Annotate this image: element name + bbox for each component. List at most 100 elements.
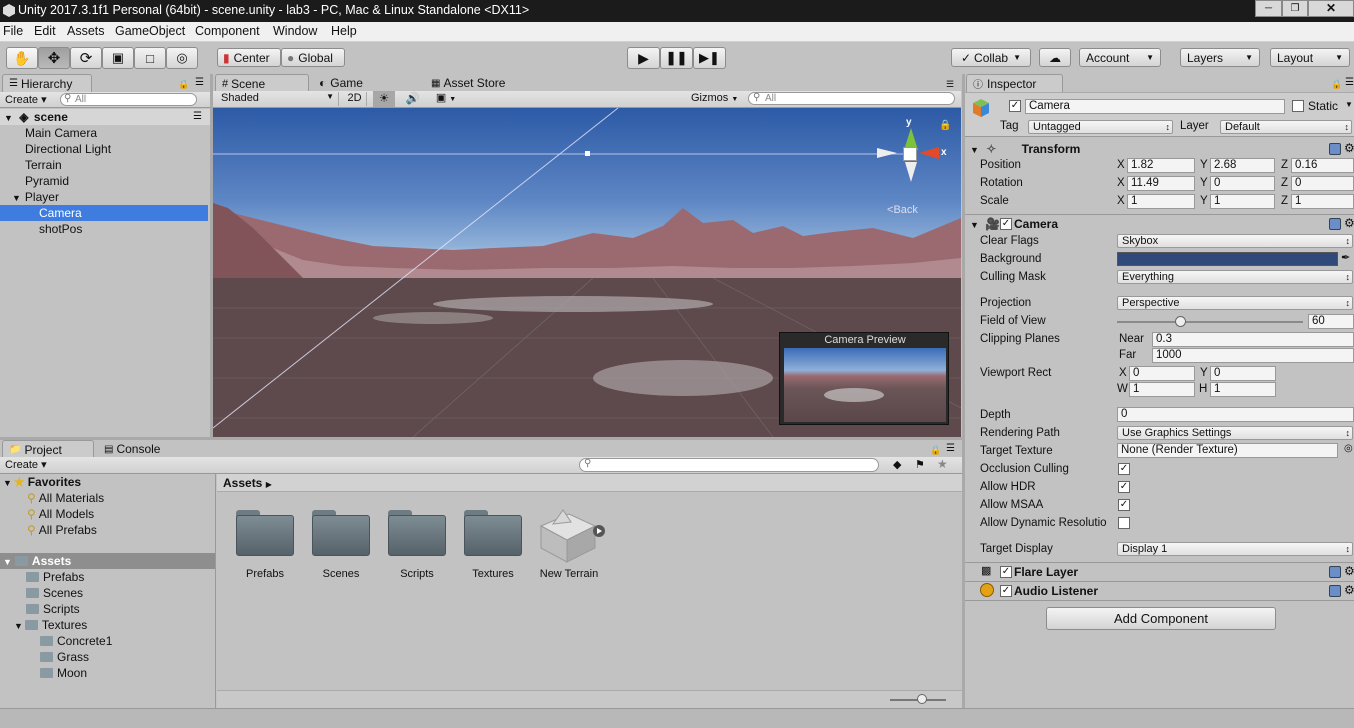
flare-enabled-checkbox[interactable]: ✓ bbox=[1000, 566, 1012, 578]
hand-tool-button[interactable]: ✋ bbox=[6, 47, 38, 69]
shading-dropdown[interactable]: Shaded ▼ bbox=[217, 92, 339, 106]
mode-2d-button[interactable]: 2D bbox=[343, 92, 367, 106]
tab-inspector[interactable]: ⓘ Inspector bbox=[966, 74, 1063, 92]
scene-menu-icon[interactable]: ☰ bbox=[193, 109, 202, 125]
tab-asset-store[interactable]: ▦ Asset Store bbox=[425, 74, 535, 92]
gear-icon[interactable]: ⚙ bbox=[1344, 141, 1354, 155]
menu-gameobject[interactable]: GameObject bbox=[115, 24, 185, 38]
menu-component[interactable]: Component bbox=[195, 24, 260, 38]
pivot-global-button[interactable]: ● Global bbox=[281, 48, 345, 67]
panel-menu-icon[interactable]: ☰ bbox=[946, 79, 954, 90]
eyedropper-icon[interactable]: ✒ bbox=[1341, 251, 1350, 264]
menu-window[interactable]: Window bbox=[273, 24, 317, 38]
gizmo-neg-y-cone[interactable] bbox=[905, 162, 917, 182]
lock-icon[interactable]: 🔒 bbox=[1331, 79, 1342, 90]
tab-scene[interactable]: # Scene bbox=[215, 74, 309, 92]
scale-tool-button[interactable]: ▣ bbox=[102, 47, 134, 69]
rotation-y-field[interactable]: 0 bbox=[1210, 176, 1275, 191]
gizmo-back-label[interactable]: <Back bbox=[887, 204, 918, 216]
allow-dynamic-resolution-checkbox[interactable] bbox=[1118, 517, 1130, 529]
occlusion-culling-checkbox[interactable]: ✓ bbox=[1118, 463, 1130, 475]
effects-dropdown[interactable]: ▣ ▼ bbox=[431, 91, 461, 104]
camera-enabled-checkbox[interactable]: ✓ bbox=[1000, 218, 1012, 230]
panel-menu-icon[interactable]: ☰ bbox=[195, 77, 204, 88]
gizmo-neg-x-cone[interactable] bbox=[877, 148, 897, 158]
transform-tool-button[interactable]: ◎ bbox=[166, 47, 198, 69]
pivot-center-button[interactable]: ▮ Center bbox=[217, 48, 281, 67]
asset-new-terrain[interactable]: New Terrain bbox=[533, 504, 605, 582]
fov-slider-track[interactable] bbox=[1117, 321, 1303, 323]
viewport-h-field[interactable]: 1 bbox=[1210, 382, 1276, 397]
favorite-star-icon[interactable]: ★ bbox=[937, 457, 948, 471]
menu-assets[interactable]: Assets bbox=[67, 24, 105, 38]
tree-grass[interactable]: Grass bbox=[40, 649, 89, 665]
flare-layer-header[interactable]: ▩ ✓ Flare Layer ⚙ bbox=[965, 563, 1354, 581]
gear-icon[interactable]: ⚙ bbox=[1344, 564, 1354, 578]
hierarchy-item-pyramid[interactable]: Pyramid bbox=[25, 173, 69, 189]
filter-by-label-icon[interactable]: ⚑ bbox=[915, 458, 925, 471]
clear-flags-dropdown[interactable]: Skybox bbox=[1117, 234, 1353, 248]
filter-by-type-icon[interactable]: ◆ bbox=[893, 458, 901, 471]
asset-prefabs[interactable]: Prefabs bbox=[233, 510, 297, 582]
search-input[interactable]: All bbox=[60, 93, 197, 106]
gear-icon[interactable]: ⚙ bbox=[1344, 583, 1354, 597]
object-picker-icon[interactable]: ◎ bbox=[1344, 443, 1353, 454]
projection-dropdown[interactable]: Perspective bbox=[1117, 296, 1353, 310]
cloud-button[interactable]: ☁ bbox=[1039, 48, 1071, 67]
scale-y-field[interactable]: 1 bbox=[1210, 194, 1275, 209]
scale-x-field[interactable]: 1 bbox=[1127, 194, 1195, 209]
pause-button[interactable]: ❚❚ bbox=[660, 47, 693, 69]
rect-tool-button[interactable]: □ bbox=[134, 47, 166, 69]
favorite-all-materials[interactable]: ⚲ All Materials bbox=[27, 490, 104, 506]
layer-dropdown[interactable]: Default bbox=[1220, 120, 1352, 134]
position-y-field[interactable]: 2.68 bbox=[1210, 158, 1275, 173]
tree-scenes[interactable]: Scenes bbox=[26, 585, 83, 601]
help-icon[interactable] bbox=[1329, 218, 1341, 230]
help-icon[interactable] bbox=[1329, 143, 1341, 155]
layout-button[interactable]: Layout ▼ bbox=[1270, 48, 1350, 67]
assets-root-row[interactable]: ▼ Assets bbox=[0, 553, 215, 569]
gizmo-lock-icon[interactable]: 🔒 bbox=[939, 120, 951, 131]
rendering-path-dropdown[interactable]: Use Graphics Settings bbox=[1117, 426, 1353, 440]
hierarchy-item-directional-light[interactable]: Directional Light bbox=[25, 141, 111, 157]
active-checkbox[interactable]: ✓ bbox=[1009, 100, 1021, 112]
audio-listener-enabled-checkbox[interactable]: ✓ bbox=[1000, 585, 1012, 597]
account-button[interactable]: Account ▼ bbox=[1079, 48, 1161, 67]
transform-header[interactable]: ▼ ✧ Transform bbox=[965, 140, 1354, 158]
move-tool-button[interactable]: ✥ bbox=[38, 47, 70, 69]
tree-prefabs[interactable]: Prefabs bbox=[26, 569, 84, 585]
panel-menu-icon[interactable]: ☰ bbox=[1345, 77, 1354, 88]
hierarchy-item-camera[interactable]: Camera bbox=[0, 205, 208, 221]
create-dropdown[interactable]: Create ▾ bbox=[5, 458, 47, 471]
add-component-button[interactable]: Add Component bbox=[1046, 607, 1276, 630]
viewport-x-field[interactable]: 0 bbox=[1129, 366, 1195, 381]
menu-help[interactable]: Help bbox=[331, 24, 357, 38]
gizmos-dropdown[interactable]: Gizmos ▼ bbox=[691, 92, 738, 104]
lighting-toggle[interactable]: ☀ bbox=[373, 91, 395, 107]
far-field[interactable]: 1000 bbox=[1152, 348, 1354, 363]
tree-textures[interactable]: ▼ Textures bbox=[14, 617, 87, 633]
asset-scenes[interactable]: Scenes bbox=[309, 510, 373, 582]
allow-hdr-checkbox[interactable]: ✓ bbox=[1118, 481, 1130, 493]
viewport-w-field[interactable]: 1 bbox=[1129, 382, 1195, 397]
near-field[interactable]: 0.3 bbox=[1152, 332, 1354, 347]
orientation-gizmo[interactable]: y x bbox=[877, 117, 957, 200]
object-name-field[interactable]: Camera bbox=[1025, 99, 1285, 114]
tag-dropdown[interactable]: Untagged bbox=[1028, 120, 1173, 134]
favorite-all-prefabs[interactable]: ⚲ All Prefabs bbox=[27, 522, 97, 538]
viewport-y-field[interactable]: 0 bbox=[1210, 366, 1276, 381]
culling-mask-dropdown[interactable]: Everything bbox=[1117, 270, 1353, 284]
asset-scripts[interactable]: Scripts bbox=[385, 510, 449, 582]
hierarchy-item-main-camera[interactable]: Main Camera bbox=[25, 125, 97, 141]
panel-menu-icon[interactable]: ☰ bbox=[946, 443, 955, 454]
tab-project[interactable]: 📁 Project bbox=[2, 440, 94, 458]
position-z-field[interactable]: 0.16 bbox=[1291, 158, 1354, 173]
audio-toggle[interactable]: 🔊 bbox=[403, 91, 423, 105]
asset-textures[interactable]: Textures bbox=[461, 510, 525, 582]
rotate-tool-button[interactable]: ⟳ bbox=[70, 47, 102, 69]
allow-msaa-checkbox[interactable]: ✓ bbox=[1118, 499, 1130, 511]
close-button[interactable]: ✕ bbox=[1308, 0, 1354, 17]
rotation-z-field[interactable]: 0 bbox=[1291, 176, 1354, 191]
collab-button[interactable]: ✓ Collab ▼ bbox=[951, 48, 1031, 67]
position-x-field[interactable]: 1.82 bbox=[1127, 158, 1195, 173]
